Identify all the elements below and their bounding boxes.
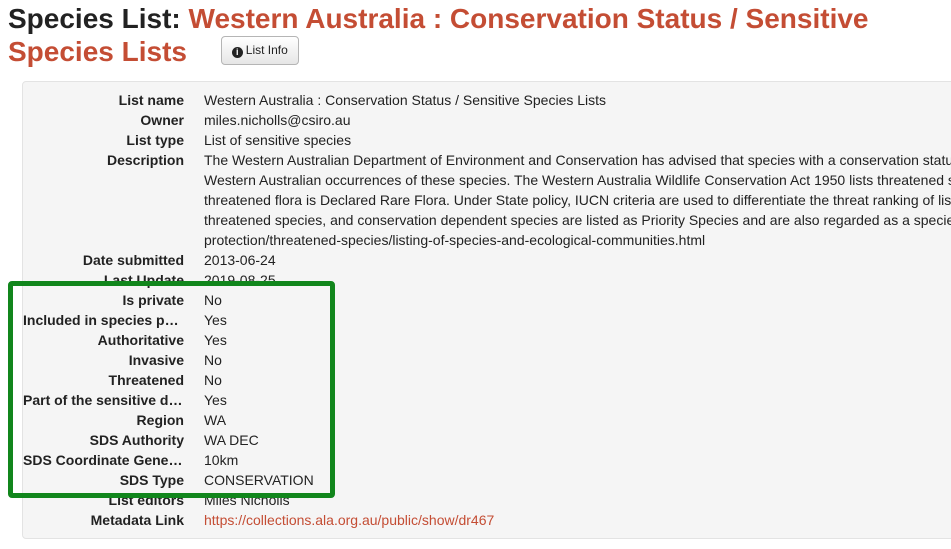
detail-label: Description bbox=[106, 152, 184, 168]
detail-label: SDS Type bbox=[119, 472, 184, 488]
detail-value: Yes bbox=[204, 332, 227, 348]
detail-label: Authoritative bbox=[97, 332, 184, 348]
detail-label: Region bbox=[136, 412, 184, 428]
list-details-panel: List name Western Australia : Conservati… bbox=[22, 81, 951, 539]
description-line: protection/threatened-species/listing-of… bbox=[204, 232, 706, 248]
detail-label: Last Update bbox=[103, 272, 184, 288]
description-line: threatened flora is Declared Rare Flora.… bbox=[204, 192, 951, 208]
detail-value: No bbox=[204, 292, 222, 308]
list-name-title-cont: Species Lists bbox=[8, 36, 187, 67]
description-line: The Western Australian Department of Env… bbox=[204, 152, 951, 168]
detail-value: Miles Nicholls bbox=[204, 492, 290, 508]
detail-value: WA bbox=[204, 412, 227, 428]
detail-label: SDS Coordinate Genera… bbox=[23, 452, 184, 468]
detail-label: SDS Authority bbox=[89, 432, 184, 448]
list-info-button[interactable]: i List Info bbox=[220, 36, 299, 66]
page-title: Species List: Western Australia : Conser… bbox=[8, 2, 948, 68]
detail-label: Metadata Link bbox=[90, 512, 184, 528]
description-text: The Western Australian Department of Env… bbox=[204, 150, 951, 250]
detail-value: No bbox=[204, 372, 222, 388]
detail-value: 2019-08-25 bbox=[204, 272, 276, 288]
detail-value: Yes bbox=[204, 392, 227, 408]
detail-label: Owner bbox=[140, 112, 184, 128]
detail-value: List of sensitive species bbox=[204, 132, 352, 148]
detail-value: CONSERVATION bbox=[204, 472, 314, 488]
detail-value: 10km bbox=[204, 452, 239, 468]
detail-value: No bbox=[204, 352, 222, 368]
detail-value: Yes bbox=[204, 312, 227, 328]
description-line: Western Australian occurrences of these … bbox=[204, 172, 951, 188]
title-prefix: Species List: bbox=[8, 3, 181, 34]
description-line: threatened species, and conservation dep… bbox=[204, 212, 951, 228]
detail-label: Date submitted bbox=[82, 252, 184, 268]
detail-value: Western Australia : Conservation Status … bbox=[204, 92, 607, 108]
detail-label: Included in species pag… bbox=[23, 312, 184, 328]
list-name-title: Western Australia : Conservation Status … bbox=[188, 3, 869, 34]
detail-label: List name bbox=[118, 92, 184, 108]
metadata-link[interactable]: https://collections.ala.org.au/public/sh… bbox=[204, 510, 494, 530]
detail-label: Part of the sensitive da… bbox=[23, 392, 184, 408]
list-info-label: List Info bbox=[245, 43, 288, 58]
detail-label: Threatened bbox=[108, 372, 184, 388]
detail-value: WA DEC bbox=[204, 432, 259, 448]
detail-label: List editors bbox=[108, 492, 184, 508]
detail-label: List type bbox=[126, 132, 184, 148]
info-circle-icon: i bbox=[231, 47, 243, 59]
detail-label: Invasive bbox=[128, 352, 184, 368]
detail-label: Is private bbox=[122, 292, 184, 308]
detail-value: 2013-06-24 bbox=[204, 252, 276, 268]
detail-value: miles.nicholls@csiro.au bbox=[204, 112, 351, 128]
